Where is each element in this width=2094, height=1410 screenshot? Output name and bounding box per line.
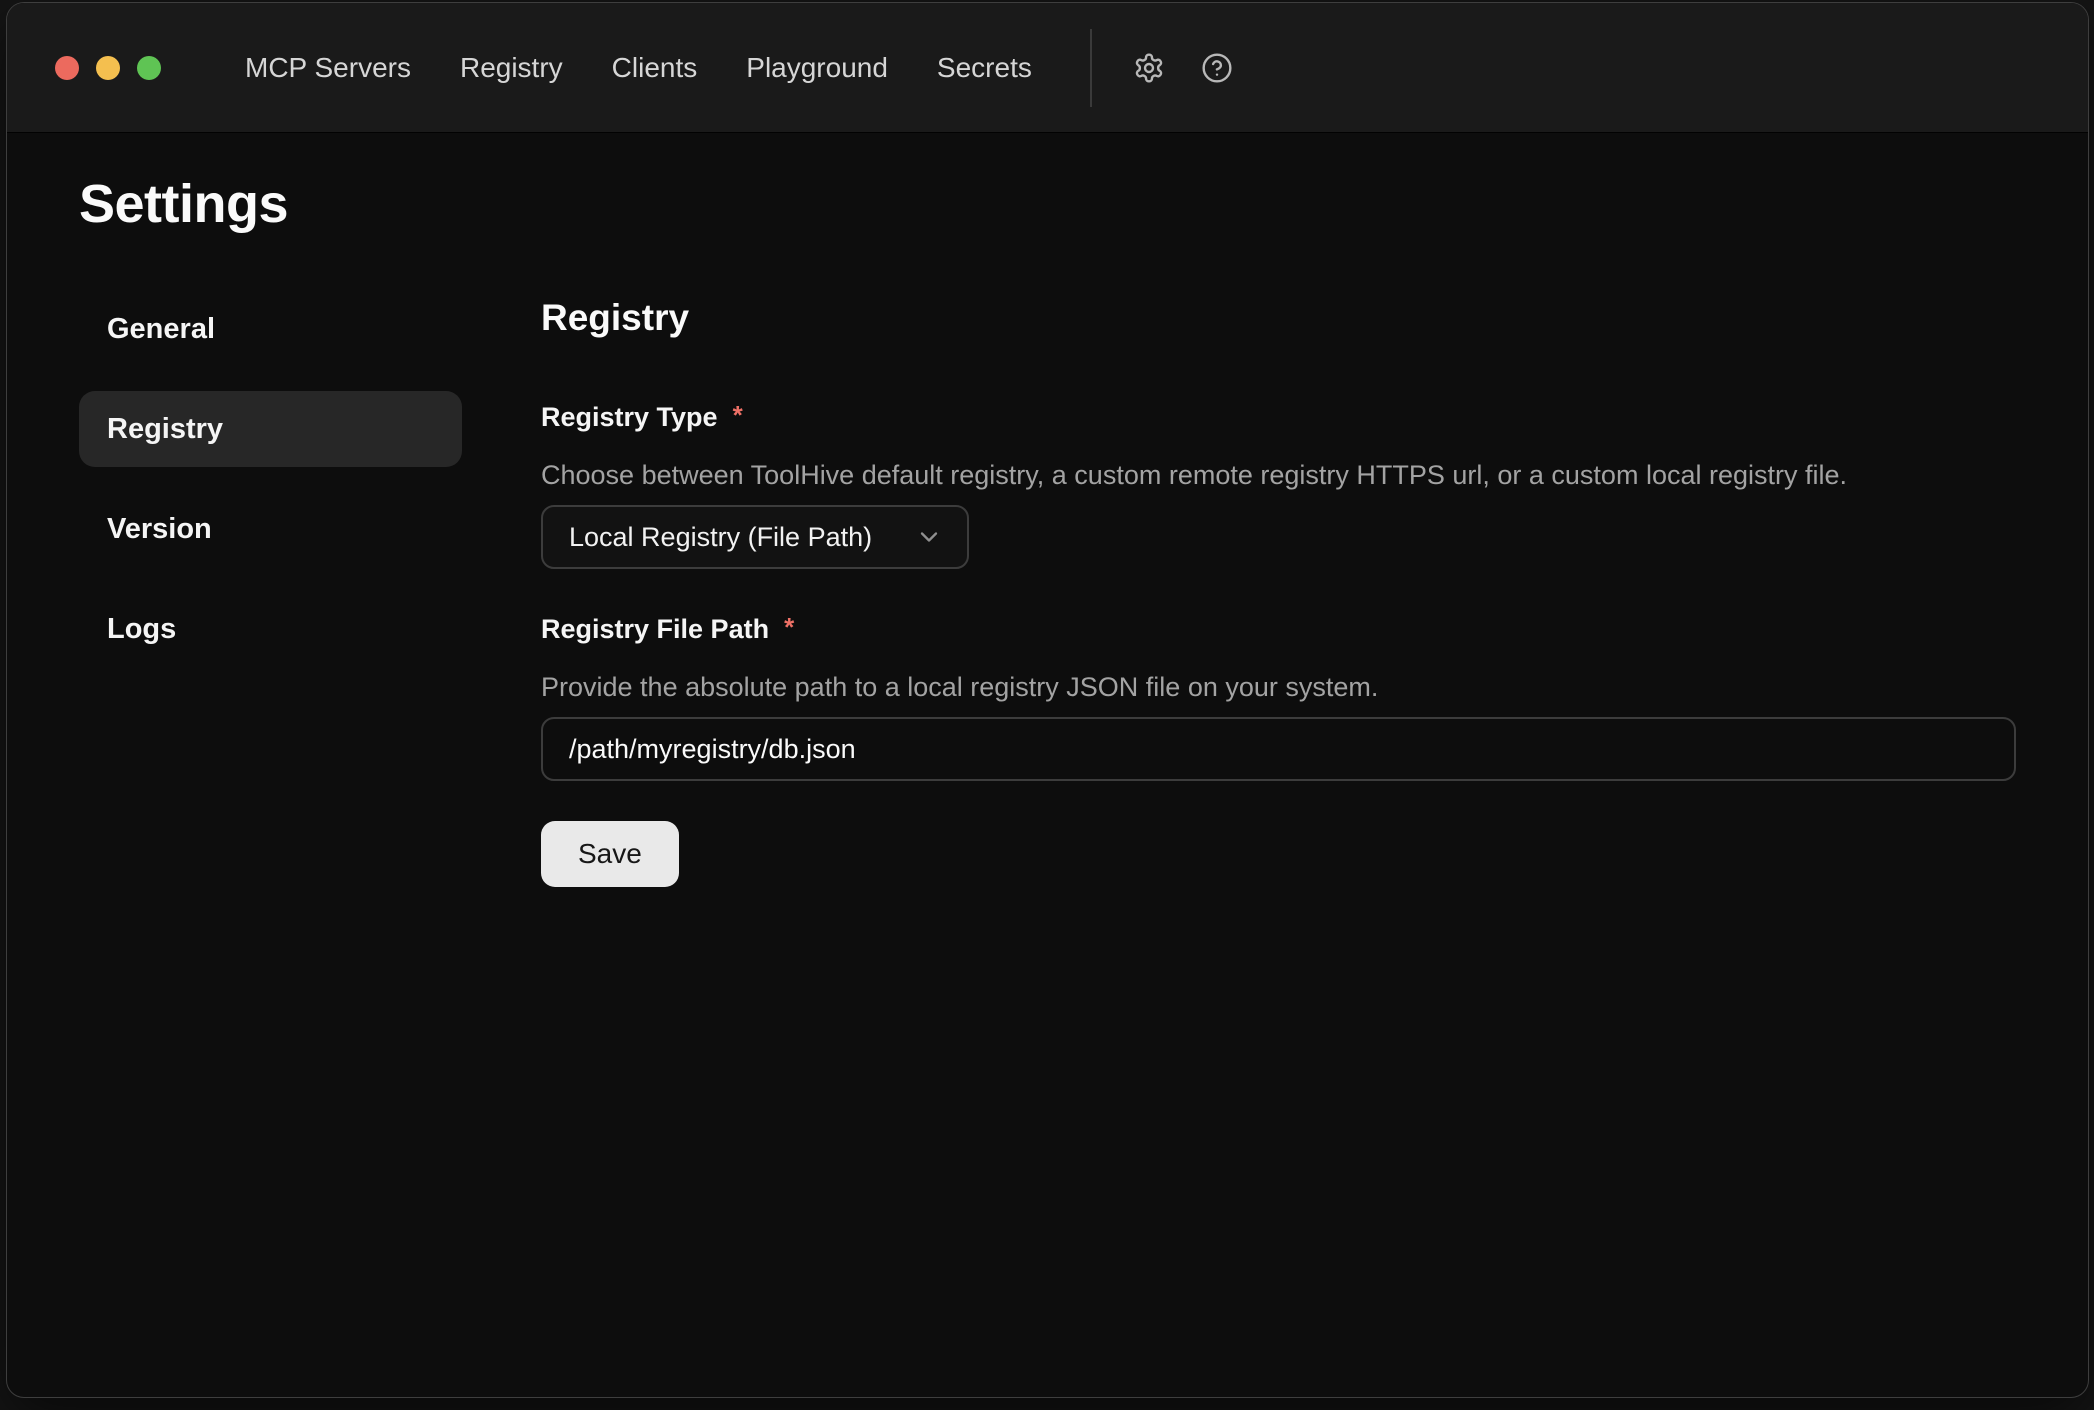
minimize-window-button[interactable] [96,56,120,80]
chevron-down-icon [915,523,943,551]
titlebar: MCP Servers Registry Clients Playground … [7,3,2088,133]
registry-type-description: Choose between ToolHive default registry… [541,459,2016,491]
registry-file-path-label-row: Registry File Path * [541,613,2016,645]
nav-secrets[interactable]: Secrets [937,52,1032,84]
registry-file-path-input[interactable] [541,717,2016,781]
help-icon[interactable] [1200,51,1234,85]
registry-settings-panel: Registry Registry Type * Choose between … [541,291,2016,887]
sidebar-item-logs[interactable]: Logs [79,591,462,667]
traffic-lights [55,56,161,80]
registry-file-path-description: Provide the absolute path to a local reg… [541,671,2016,703]
sidebar-item-registry[interactable]: Registry [79,391,462,467]
nav-registry[interactable]: Registry [460,52,563,84]
nav-mcp-servers[interactable]: MCP Servers [245,52,411,84]
titlebar-divider [1090,29,1092,107]
save-button[interactable]: Save [541,821,679,887]
titlebar-icons [1132,51,1234,85]
settings-sidebar: General Registry Version Logs [79,291,462,691]
registry-file-path-label: Registry File Path [541,613,769,645]
page-title: Settings [79,173,2016,235]
section-heading: Registry [541,297,2016,339]
required-asterisk: * [733,399,743,431]
registry-type-selected-value: Local Registry (File Path) [569,522,872,553]
settings-page: Settings General Registry Version Logs R… [7,133,2088,887]
settings-gear-icon[interactable] [1132,51,1166,85]
close-window-button[interactable] [55,56,79,80]
nav-clients[interactable]: Clients [612,52,698,84]
nav-playground[interactable]: Playground [746,52,888,84]
required-asterisk: * [784,611,794,643]
top-nav: MCP Servers Registry Clients Playground … [245,52,1032,84]
registry-type-label-row: Registry Type * [541,401,2016,433]
sidebar-item-general[interactable]: General [79,291,462,367]
sidebar-item-version[interactable]: Version [79,491,462,567]
registry-type-select[interactable]: Local Registry (File Path) [541,505,969,569]
zoom-window-button[interactable] [137,56,161,80]
app-window: MCP Servers Registry Clients Playground … [6,2,2089,1398]
registry-type-label: Registry Type [541,401,718,433]
